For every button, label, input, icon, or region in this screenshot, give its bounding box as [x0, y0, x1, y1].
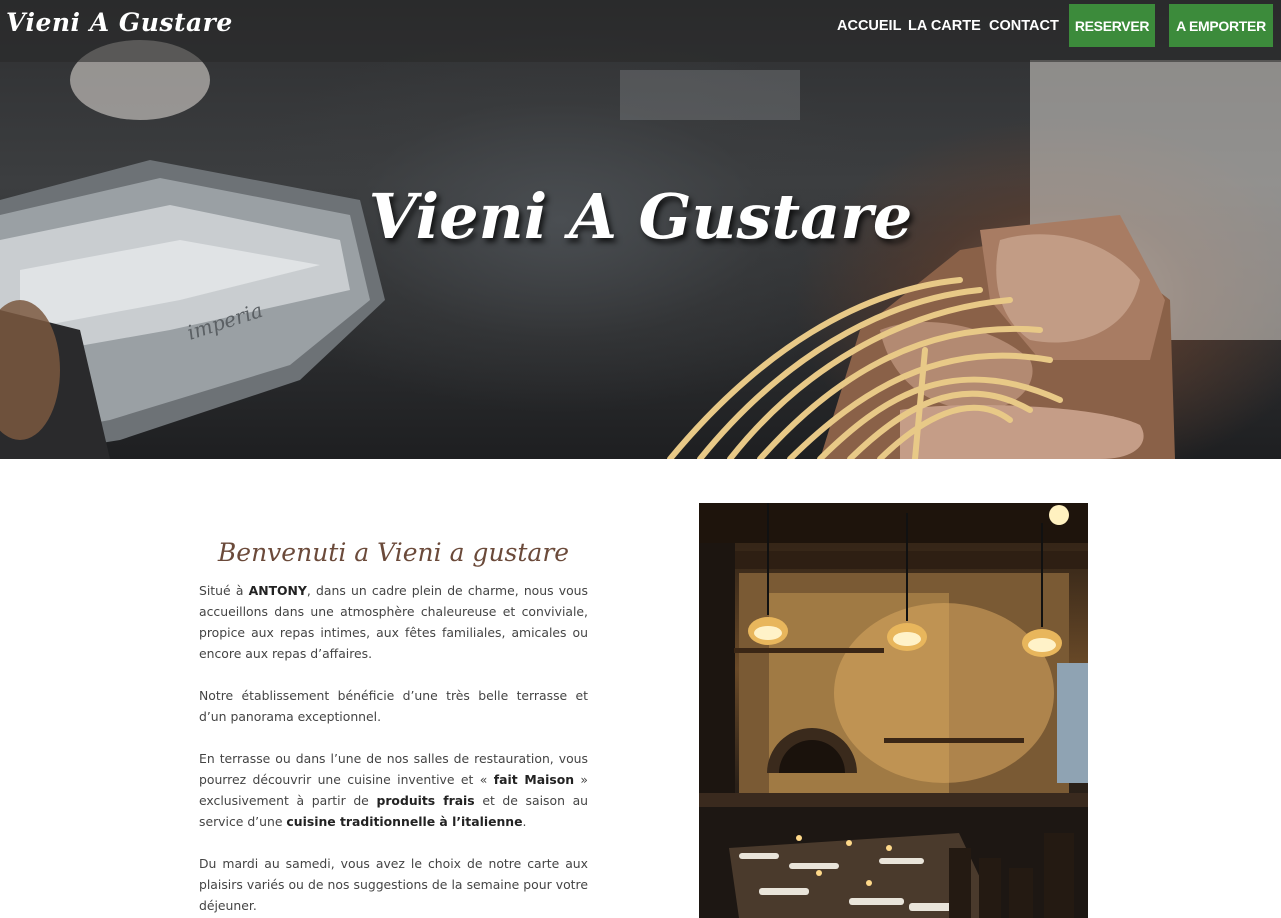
hero-banner: imperia Vieni A Gustare ACCUEIL LA CARTE…: [0, 0, 1281, 459]
reserve-button[interactable]: RESERVER: [1069, 4, 1155, 47]
nav-link-contact[interactable]: CONTACT: [989, 18, 1059, 34]
nav-link-accueil[interactable]: ACCUEIL: [837, 18, 901, 34]
city-name: ANTONY: [248, 583, 307, 598]
terrace-paragraph: Notre établissement bénéficie d’une très…: [199, 688, 588, 724]
schedule-paragraph: Du mardi au samedi, vous avez le choix d…: [199, 856, 588, 913]
takeaway-button[interactable]: A EMPORTER: [1169, 4, 1273, 47]
site-logo[interactable]: Vieni A Gustare: [6, 8, 233, 37]
cuisine-paragraph: En terrasse ou dans l’une de nos salles …: [199, 751, 589, 829]
restaurant-interior-photo: [699, 503, 1088, 918]
top-navigation: Vieni A Gustare ACCUEIL LA CARTE CONTACT…: [0, 0, 1281, 62]
hero-title: Vieni A Gustare: [368, 180, 913, 253]
welcome-heading: Benvenuti a Vieni a gustare: [217, 538, 570, 567]
intro-paragraph: Situé à ANTONY, dans un cadre plein de c…: [199, 583, 588, 661]
nav-link-la-carte[interactable]: LA CARTE: [908, 18, 981, 34]
